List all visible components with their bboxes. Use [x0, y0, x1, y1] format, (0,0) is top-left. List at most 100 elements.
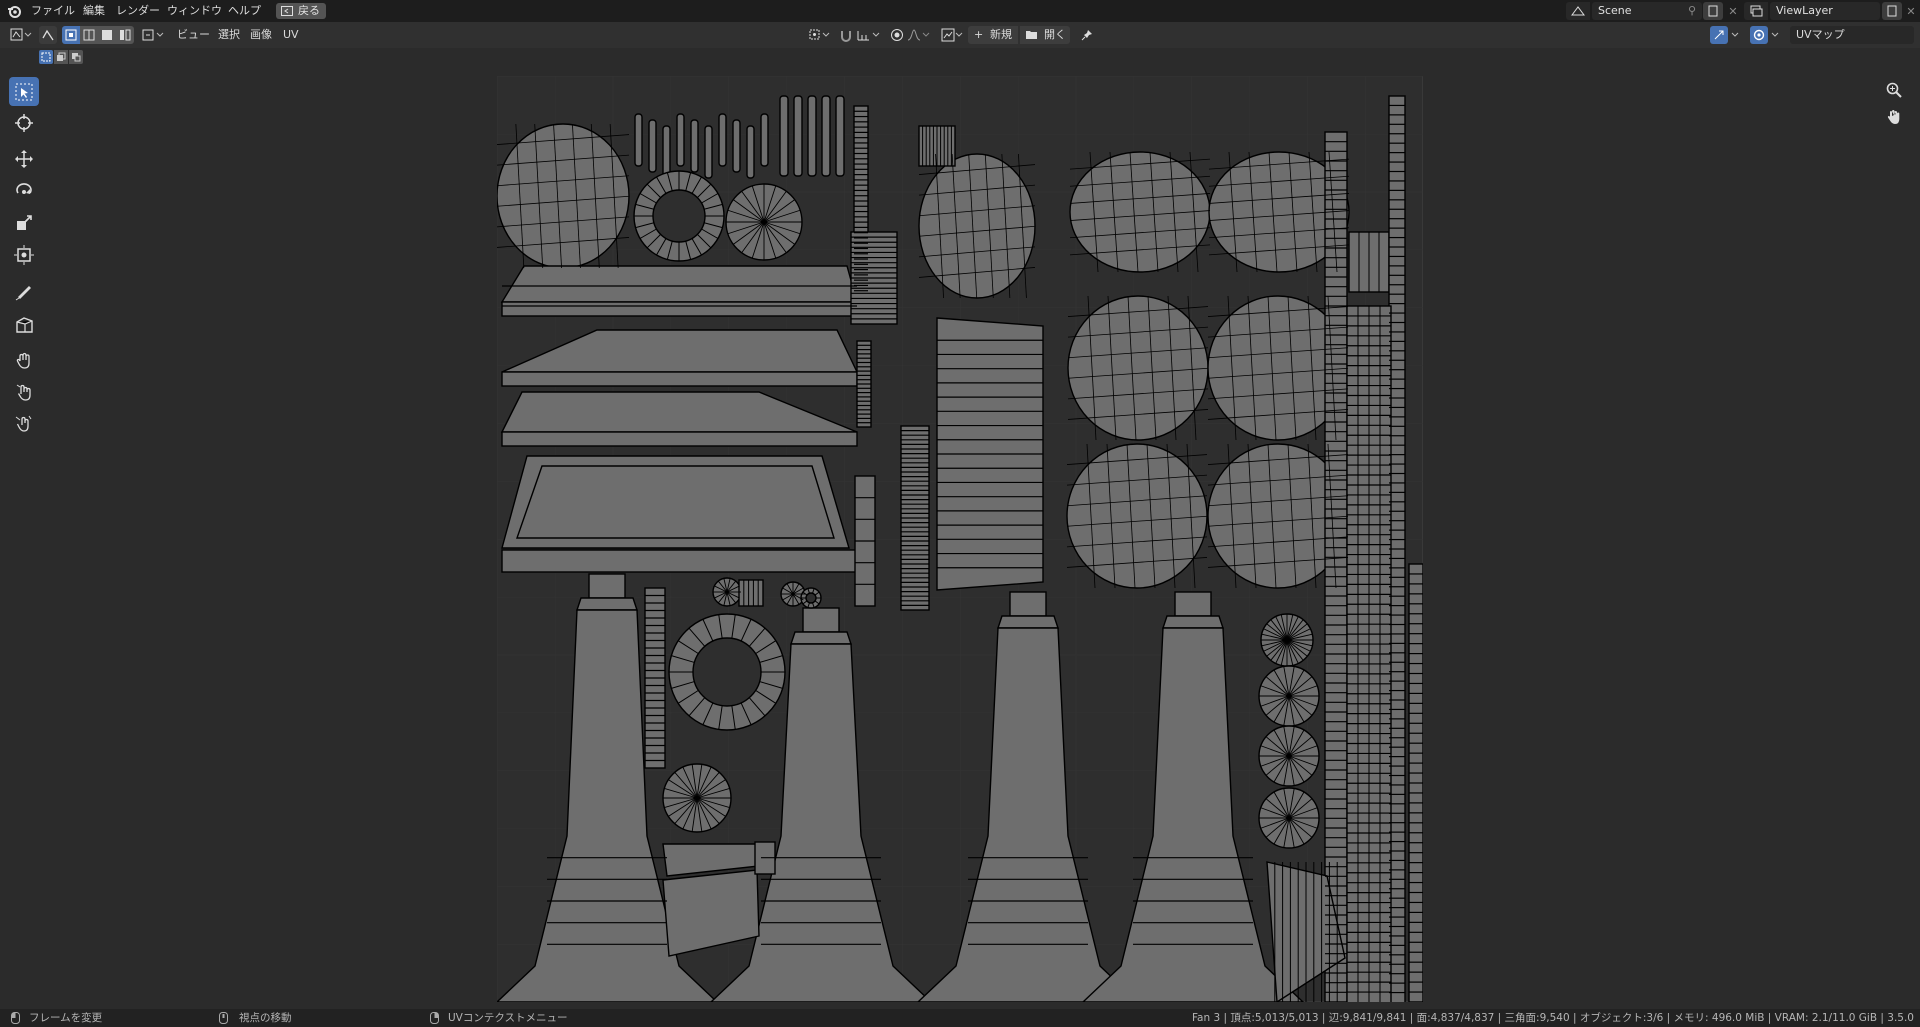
gizmo-dropdown-icon[interactable]	[1729, 26, 1741, 44]
mouse-left-icon	[11, 1012, 20, 1024]
tool-rip[interactable]	[9, 310, 39, 339]
uv-ring-inner	[692, 637, 762, 707]
new-scene-icon[interactable]	[1703, 2, 1723, 20]
editor-type-icon[interactable]	[8, 26, 34, 44]
uv-column	[1162, 615, 1224, 629]
blender-logo-icon[interactable]	[6, 3, 22, 19]
close-viewlayer-icon[interactable]: ✕	[1903, 2, 1919, 20]
menu-edit[interactable]: 編集	[83, 0, 105, 22]
folder-icon	[1026, 31, 1037, 39]
tool-scale[interactable]	[9, 208, 39, 237]
uv-strip	[676, 113, 685, 167]
menu-render[interactable]: レンダー	[116, 0, 160, 22]
sticky-selection-icon[interactable]	[140, 26, 166, 44]
uv-strip	[821, 95, 831, 177]
uv-band	[501, 371, 858, 387]
scene-icon[interactable]	[1566, 2, 1590, 20]
new-image-label: 新規	[990, 28, 1012, 41]
select-subtract-icon[interactable]	[69, 50, 83, 64]
pin-icon[interactable]: ⚲	[1688, 2, 1696, 20]
tool-select-box[interactable]	[9, 77, 39, 106]
top-bar: ファイル 編集 レンダー ウィンドウ ヘルプ 戻る Scene ⚲ ✕ View…	[0, 0, 1920, 22]
pin-image-icon[interactable]	[1078, 26, 1096, 44]
transform-icon	[14, 244, 34, 265]
pivot-point-icon[interactable]	[806, 26, 832, 44]
snap-target-icon[interactable]	[855, 26, 883, 44]
scene-field[interactable]: Scene ⚲	[1592, 2, 1702, 20]
open-image-button[interactable]: 開く	[1020, 26, 1070, 44]
status-bar: フレームを変更 視点の移動 UVコンテクストメニュー Fan 3 | 頂点:5,…	[0, 1009, 1920, 1027]
plus-icon: +	[974, 28, 984, 41]
tool-pinch[interactable]	[9, 409, 39, 438]
uv-strip	[690, 119, 699, 173]
new-image-button[interactable]: + 新規	[968, 26, 1018, 44]
scene-statistics: Fan 3 | 頂点:5,013/5,013 | 辺:9,841/9,841 |…	[1191, 1012, 1914, 1024]
uv-band-inner	[516, 465, 835, 539]
uv-column	[588, 573, 626, 599]
falloff-icon[interactable]	[905, 26, 933, 44]
menu-window[interactable]: ウィンドウ	[167, 0, 222, 22]
back-button[interactable]: 戻る	[276, 3, 326, 19]
overlay-dropdown-icon[interactable]	[1769, 26, 1781, 44]
tool-grab[interactable]	[9, 346, 39, 375]
uv-editor-canvas[interactable]	[495, 75, 1424, 1017]
uv-strip	[793, 95, 803, 177]
editor-header: ビュー 選択 画像 UV + 新規 開く UVマップ	[0, 22, 1920, 48]
menu-uv[interactable]: UV	[283, 26, 299, 44]
proportional-edit-icon[interactable]	[888, 26, 906, 44]
snap-icon[interactable]	[837, 26, 855, 44]
close-scene-icon[interactable]: ✕	[1724, 2, 1742, 20]
mouse-right-icon	[430, 1012, 439, 1024]
open-image-label: 開く	[1044, 28, 1066, 41]
select-new-icon[interactable]	[39, 50, 53, 64]
uv-strip	[835, 95, 845, 177]
viewlayer-field[interactable]: ViewLayer	[1770, 2, 1880, 20]
uv-strip	[746, 125, 755, 179]
uv-ring-inner	[805, 592, 817, 604]
menu-image[interactable]: 画像	[250, 26, 272, 44]
tool-move[interactable]	[9, 144, 39, 173]
edge-select-mode-icon[interactable]	[80, 26, 98, 44]
tool-transform[interactable]	[9, 240, 39, 269]
uv-strip	[718, 113, 727, 167]
uv-strip	[648, 119, 657, 173]
tool-annotate[interactable]	[9, 276, 39, 305]
uv-column	[1174, 591, 1212, 617]
pan-view-icon[interactable]	[1881, 104, 1907, 130]
overlay-icon[interactable]	[1750, 26, 1768, 44]
vertex-select-mode-icon[interactable]	[62, 26, 80, 44]
uv-band	[501, 431, 858, 447]
menu-view[interactable]: ビュー	[177, 26, 210, 44]
rip-region-icon	[16, 316, 33, 333]
menu-help[interactable]: ヘルプ	[228, 0, 261, 22]
select-extend-icon[interactable]	[54, 50, 68, 64]
gizmo-icon[interactable]	[1710, 26, 1728, 44]
tool-rotate[interactable]	[9, 176, 39, 205]
face-select-mode-icon[interactable]	[98, 26, 116, 44]
uv-map-field[interactable]: UVマップ	[1790, 26, 1914, 44]
tool-relax[interactable]	[9, 378, 39, 407]
image-browse-icon[interactable]	[939, 26, 965, 44]
uv-strip	[662, 125, 671, 179]
uv-column	[790, 631, 852, 645]
move-icon	[15, 149, 33, 168]
menu-file[interactable]: ファイル	[31, 0, 75, 22]
status-hint-1: フレームを変更	[29, 1012, 103, 1024]
uv-piece	[738, 579, 764, 607]
menu-select[interactable]: 選択	[218, 26, 240, 44]
tool-cursor[interactable]	[9, 108, 39, 137]
back-icon	[281, 6, 293, 16]
3d-cursor-icon	[15, 113, 33, 132]
sync-selection-icon[interactable]	[39, 26, 57, 44]
uv-strip	[732, 119, 741, 173]
back-label: 戻る	[298, 4, 320, 17]
island-select-mode-icon[interactable]	[116, 26, 134, 44]
mouse-middle-icon	[219, 1012, 228, 1024]
viewlayer-icon[interactable]	[1744, 2, 1768, 20]
new-viewlayer-icon[interactable]	[1882, 2, 1902, 20]
uv-strip	[704, 125, 713, 179]
uv-strip	[760, 113, 769, 167]
uv-strip	[634, 113, 643, 167]
rotate-icon	[16, 182, 32, 194]
zoom-view-icon[interactable]	[1881, 77, 1907, 103]
